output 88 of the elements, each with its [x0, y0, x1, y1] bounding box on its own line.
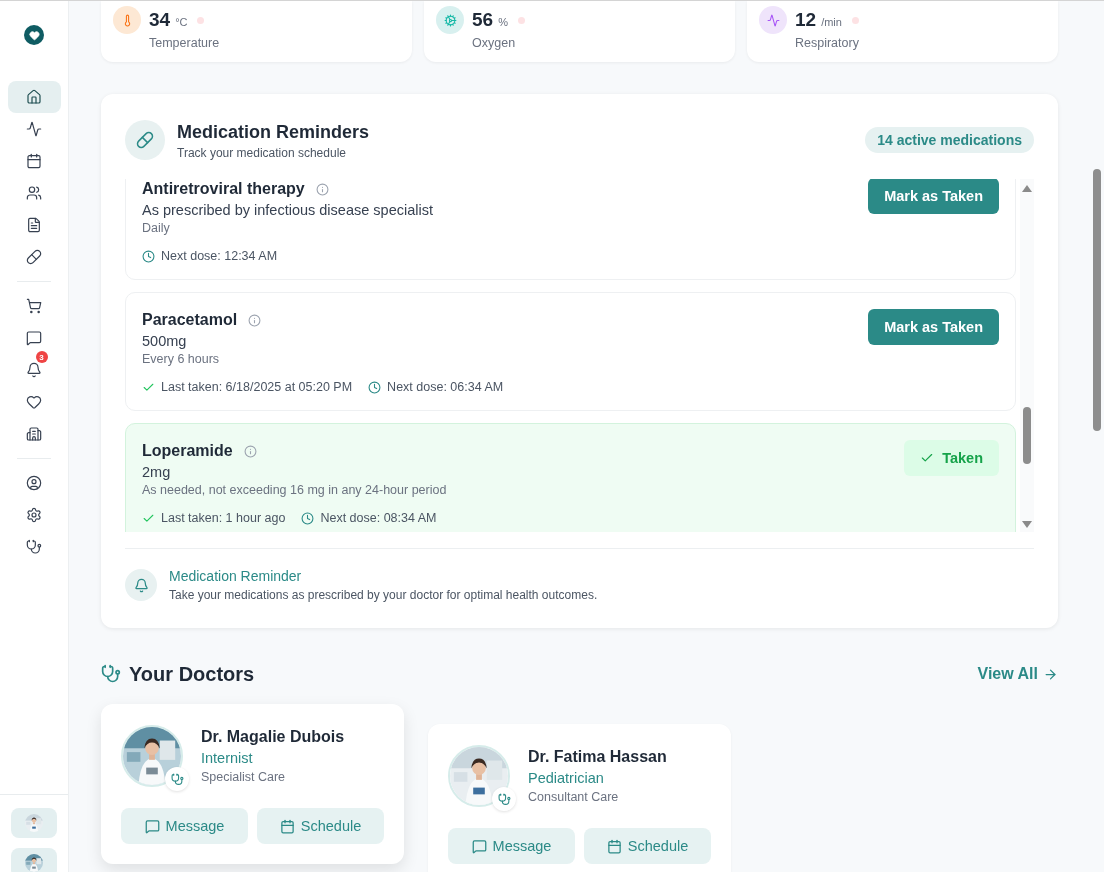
medication-dose: 500mg: [142, 332, 188, 351]
calendar-icon: [26, 153, 42, 169]
pill-icon: [26, 249, 42, 265]
users-icon: [26, 185, 42, 201]
medication-frequency: Daily: [142, 220, 171, 237]
medication-name: Paracetamol: [142, 311, 238, 329]
care-type: Specialist Care: [201, 770, 287, 784]
next-dose-text: Next dose: 06:34 AM: [387, 380, 504, 394]
scroll-down-icon[interactable]: [1022, 521, 1032, 528]
heart-icon: [26, 394, 42, 410]
stethoscope-icon: [165, 767, 189, 791]
user-icon: [26, 475, 42, 491]
doctor-name: Dr. Fatima Hassan: [528, 748, 667, 766]
vital-unit: %: [498, 15, 508, 28]
settings-icon: [26, 507, 42, 523]
section-subtitle: Track your medication schedule: [177, 145, 347, 160]
scroll-thumb[interactable]: [1023, 407, 1031, 464]
medication-frequency: Every 6 hours: [142, 351, 221, 368]
vital-value: 56: [472, 9, 494, 31]
clock-icon: [301, 511, 315, 525]
reminder-text: Take your medications as prescribed by your doctor for optimal health outcomes.: [169, 588, 598, 602]
nav-item[interactable]: 3: [7, 354, 61, 386]
clock-icon: [368, 380, 382, 394]
home-icon: [26, 89, 42, 105]
bell-icon: [26, 362, 42, 378]
status-dot: [851, 16, 859, 24]
next-dose-text: Next dose: 08:34 AM: [320, 511, 437, 525]
stethoscope-icon: [492, 787, 516, 811]
calendar-icon: [606, 838, 622, 854]
next-dose-text: Next dose: 12:34 AM: [161, 249, 278, 263]
status-dot: [517, 16, 525, 24]
info-icon[interactable]: [243, 444, 257, 458]
medication-name: Antiretroviral therapy: [142, 180, 305, 198]
schedule-button[interactable]: Schedule: [257, 808, 384, 844]
vital-value: 12: [795, 9, 817, 31]
scroll-thumb[interactable]: [1093, 169, 1101, 431]
pulse-icon: [26, 121, 42, 137]
vital-value: 34: [149, 9, 171, 31]
scroll-up-icon[interactable]: [1022, 185, 1032, 192]
vital-unit: °C: [175, 15, 188, 28]
chat-icon: [144, 818, 160, 834]
medication-dose: As prescribed by infectious disease specialist: [142, 201, 433, 220]
status-dot: [197, 16, 205, 24]
info-icon[interactable]: [315, 182, 329, 196]
clock-icon: [142, 249, 155, 263]
section-title: Medication Reminders: [177, 120, 370, 143]
medication-frequency: As needed, not exceeding 16 mg in any 24-hour period: [142, 482, 447, 499]
chat-icon: [471, 838, 487, 854]
notification-badge: 3: [35, 351, 48, 363]
medication-dose: 2mg: [142, 463, 172, 482]
scrollbar[interactable]: [1020, 179, 1034, 532]
arrow-right-icon: [1043, 666, 1058, 682]
info-icon[interactable]: [248, 313, 262, 327]
last-taken-text: Last taken: 6/18/2025 at 05:20 PM: [161, 380, 353, 394]
doctor-name: Dr. Magalie Dubois: [201, 728, 345, 746]
bell-icon: [133, 577, 149, 593]
cart-icon: [26, 298, 42, 314]
mark-taken-button[interactable]: Mark as Taken: [868, 179, 999, 214]
vital-label: Oxygen: [472, 36, 517, 50]
last-taken-text: Last taken: 1 hour ago: [161, 511, 286, 525]
chat-icon: [26, 330, 42, 346]
vital-label: Respiratory: [795, 36, 859, 50]
medication-name: Loperamide: [142, 442, 233, 460]
avatar-button[interactable]: [11, 848, 57, 872]
vital-label: Temperature: [149, 36, 220, 50]
message-button[interactable]: Message: [448, 828, 575, 864]
logo-icon: [24, 25, 44, 45]
schedule-button[interactable]: Schedule: [584, 828, 711, 864]
care-type: Consultant Care: [528, 790, 620, 804]
pill-icon: [136, 131, 154, 149]
stethoscope-icon: [26, 539, 42, 555]
doctor-specialty: Internist: [201, 750, 254, 766]
calendar-icon: [279, 818, 295, 834]
building-icon: [26, 426, 42, 442]
stethoscope-icon: [101, 664, 121, 684]
pulse-icon: [766, 13, 780, 27]
taken-button[interactable]: Taken: [904, 440, 999, 476]
reminder-title: Medication Reminder: [169, 568, 303, 584]
message-button[interactable]: Message: [121, 808, 248, 844]
view-all-link[interactable]: View All: [977, 665, 1058, 683]
document-icon: [26, 217, 42, 233]
gear-icon: [443, 13, 457, 27]
vital-unit: /min: [821, 15, 842, 28]
count-badge: 14 active medications: [865, 127, 1034, 153]
doctor-specialty: Pediatrician: [528, 770, 605, 786]
section-title: Your Doctors: [129, 662, 255, 686]
check-icon: [920, 451, 935, 465]
mark-taken-button[interactable]: Mark as Taken: [868, 309, 999, 345]
